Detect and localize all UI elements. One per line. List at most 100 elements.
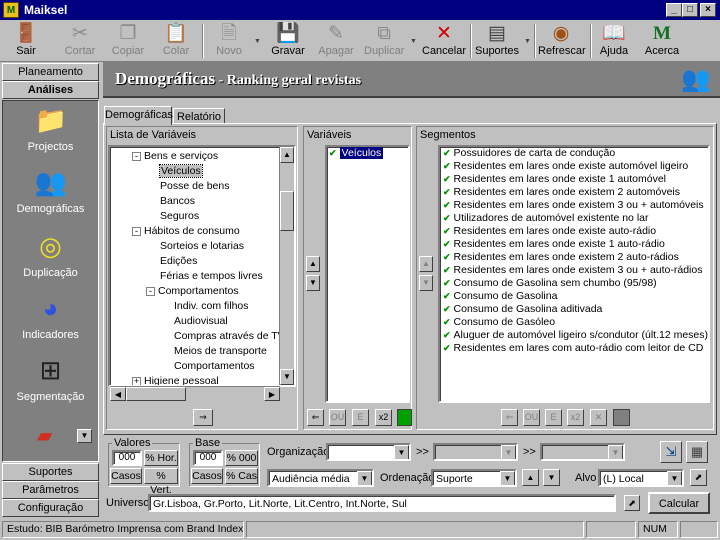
segment-item[interactable]: ✔ Aluguer de automóvel ligeiro s/condutor…	[440, 329, 708, 342]
chevron-down-icon[interactable]: ▼	[608, 445, 623, 459]
calculate-button[interactable]: Calcular	[648, 492, 710, 514]
segments-list[interactable]: ✔ Possuidores de carta de condução ✔ Reside…	[438, 145, 710, 403]
supports-dropdown-arrow[interactable]: ▼	[524, 38, 531, 45]
title-bar[interactable]: M Maiksel	[0, 0, 720, 20]
organizacao-select[interactable]: ▼	[326, 443, 411, 461]
tree-node[interactable]: Férias e tempos livres	[160, 269, 263, 284]
duplicate-dropdown-arrow[interactable]: ▼	[410, 38, 417, 45]
selected-variable-item[interactable]: ✔ Veículos	[327, 147, 408, 160]
tree-node[interactable]: Posse de bens	[160, 179, 229, 194]
new-dropdown-arrow[interactable]: ▼	[254, 38, 261, 45]
segment-item[interactable]: ✔ Residentes em lares onde existem 2 auto…	[440, 251, 708, 264]
refresh-button[interactable]: ◉ Refrescar	[538, 22, 586, 60]
tree-node[interactable]: Meios de transporte	[174, 344, 267, 359]
audiencia-select[interactable]: Audiência média ▼	[267, 469, 374, 487]
segment-item[interactable]: ✔ Consumo de Gasolina	[440, 290, 708, 303]
tree-scroll-left[interactable]: ◀	[110, 387, 126, 401]
nav-item-projectos[interactable]: 📁 Projectos	[3, 105, 98, 153]
segment-item[interactable]: ✔ Residentes em lares onde existe auto-rá…	[440, 225, 708, 238]
tree-horizontal-scrollbar[interactable]: ◀ ▶	[110, 386, 280, 401]
sort-descending-button[interactable]: ▼	[543, 469, 560, 486]
cancel-button[interactable]: ✕ Cancelar	[422, 22, 466, 60]
tree-node[interactable]: Seguros	[160, 209, 199, 224]
save-button[interactable]: 💾 Gravar	[270, 22, 306, 60]
app-logo-icon[interactable]: M	[3, 2, 19, 18]
pct-vert-button[interactable]: % Vert.	[144, 468, 178, 496]
tree-node[interactable]: Indiv. com filhos	[174, 299, 249, 314]
nav-tab-suportes[interactable]: Suportes	[2, 463, 99, 481]
nav-scroll-down-button[interactable]: ▼	[77, 429, 92, 443]
nav-item-segmentacao[interactable]: ⊞ Segmentação	[3, 355, 98, 403]
x2-button[interactable]: x2	[375, 409, 392, 426]
tab-demograficas[interactable]: Demográficas	[104, 106, 173, 125]
segment-item[interactable]: ✔ Consumo de Gasóleo	[440, 316, 708, 329]
tree-node[interactable]: Compras através de TV	[174, 329, 285, 344]
chevron-down-icon[interactable]: ▼	[501, 445, 516, 459]
paste-button[interactable]: 📋 Colar	[156, 22, 196, 60]
organizacao-select-3[interactable]: ▼	[540, 443, 625, 461]
tree-scroll-right[interactable]: ▶	[264, 387, 280, 401]
tree-hscroll-thumb[interactable]	[126, 387, 186, 401]
about-button[interactable]: M Acerca	[642, 22, 682, 60]
seg-or-button[interactable]: OU	[523, 409, 540, 426]
tree-vertical-scrollbar[interactable]: ▲ ▼	[279, 147, 294, 385]
segment-item[interactable]: ✔ Residentes em lares onde existem 3 ou +…	[440, 264, 708, 277]
supports-button[interactable]: ▤ Suportes	[474, 22, 520, 60]
expand-icon[interactable]: +	[132, 376, 141, 385]
more-items-icon[interactable]: ▰	[37, 423, 67, 449]
selected-variables-list[interactable]: ✔ Veículos	[325, 145, 410, 403]
add-variable-button[interactable]: ⇒	[193, 409, 213, 426]
or-button[interactable]: OU	[329, 409, 346, 426]
variables-tree[interactable]: - Bens e serviços Veículos Posse de bens Ban…	[108, 145, 296, 387]
chevron-down-icon[interactable]: ▼	[357, 471, 372, 485]
chevron-down-icon[interactable]: ▼	[500, 471, 515, 485]
export-button[interactable]: ⇲	[660, 441, 682, 463]
seg-delete-button[interactable]: ✕	[590, 409, 607, 426]
maximize-button[interactable]: □	[682, 3, 698, 17]
alvo-select[interactable]: (L) Local ▼	[598, 469, 684, 487]
and-button[interactable]: E	[352, 409, 369, 426]
print-button[interactable]: ▦	[686, 441, 708, 463]
chevron-down-icon[interactable]: ▼	[667, 471, 682, 485]
segment-item[interactable]: ✔ Consumo de Gasolina sem chumbo (95/98)	[440, 277, 708, 290]
tree-node[interactable]: - Bens e serviços	[132, 149, 218, 164]
ordenacao-select[interactable]: Suporte ▼	[431, 469, 517, 487]
tree-node[interactable]: Audiovisual	[174, 314, 228, 329]
tree-node[interactable]: Edições	[160, 254, 197, 269]
nav-item-demograficas[interactable]: 👥 Demográficas	[3, 167, 98, 215]
segment-item[interactable]: ✔ Residentes em lares onde existem 2 auto…	[440, 186, 708, 199]
nav-tab-configuracao[interactable]: Configuração	[2, 499, 99, 517]
help-button[interactable]: 📖 Ajuda	[594, 22, 634, 60]
segment-item[interactable]: ✔ Utilizadores de automóvel existente no …	[440, 212, 708, 225]
segment-item[interactable]: ✔ Residentes em lares onde existem 3 ou +…	[440, 199, 708, 212]
segment-item[interactable]: ✔ Residentes em lares onde existe automóv…	[440, 160, 708, 173]
nav-tab-parametros[interactable]: Parâmetros	[2, 481, 99, 499]
pct-cas-button[interactable]: % Cas	[225, 468, 258, 484]
pct-000-button[interactable]: % 000	[225, 450, 258, 466]
tree-scroll-down[interactable]: ▼	[280, 369, 294, 385]
sort-ascending-button[interactable]: ▲	[522, 469, 539, 486]
segment-item[interactable]: ✔ Residentes em lares onde existe 1 autom…	[440, 173, 708, 186]
collapse-icon[interactable]: -	[132, 226, 141, 236]
collapse-icon[interactable]: -	[132, 151, 141, 161]
cut-button[interactable]: ✂ Cortar	[60, 22, 100, 60]
alvo-edit-button[interactable]: ⬈	[690, 469, 707, 486]
valores-casos-button[interactable]: Casos	[110, 468, 142, 484]
seg-remove-button[interactable]: ⇐	[501, 409, 518, 426]
nav-tab-analises[interactable]: Análises	[2, 81, 99, 99]
collapse-icon[interactable]: -	[146, 286, 155, 296]
tree-node[interactable]: Sorteios e lotarias	[160, 239, 244, 254]
nav-item-duplicacao[interactable]: ◎ Duplicação	[3, 231, 98, 279]
seg-status-button[interactable]	[613, 409, 630, 426]
new-button[interactable]: 🗎 Novo	[210, 22, 248, 60]
copy-button[interactable]: ❐ Copiar	[108, 22, 148, 60]
tree-scroll-thumb[interactable]	[280, 191, 294, 231]
base-casos-button[interactable]: Casos	[191, 468, 223, 484]
green-status-button[interactable]	[397, 409, 412, 426]
remove-variable-button[interactable]: ⇐	[307, 409, 324, 426]
tree-node[interactable]: Bancos	[160, 194, 195, 209]
chevron-down-icon[interactable]: ▼	[394, 445, 409, 459]
segment-item[interactable]: ✔ Residentes em lares com auto-rádio com …	[440, 342, 708, 355]
tree-node[interactable]: - Hábitos de consumo	[132, 224, 240, 239]
segment-item[interactable]: ✔ Residentes em lares onde existe 1 auto-…	[440, 238, 708, 251]
